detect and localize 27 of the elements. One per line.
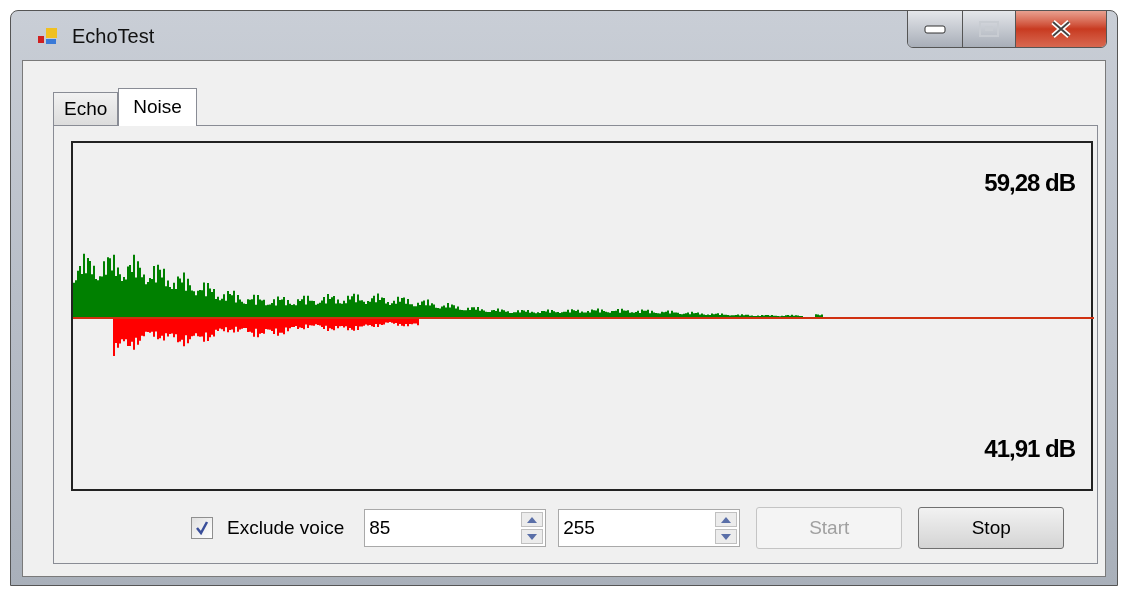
up-arrow-icon [721,516,732,523]
spin-down-button[interactable] [521,529,544,544]
spinner-value: 255 [562,515,596,540]
down-arrow-icon [721,533,732,540]
min-reading: 41,91 dB [984,434,1075,464]
minimize-button[interactable] [908,11,963,47]
close-icon [1050,20,1072,38]
maximize-icon [979,21,999,37]
checkbox-label: Exclude voice [227,515,345,540]
spin-down-button[interactable] [715,529,738,544]
number-spinner[interactable]: 255 [558,509,741,547]
spinner-value: 85 [368,515,392,540]
checkbox[interactable] [191,517,213,539]
tab[interactable]: Echo [53,92,119,125]
spin-up-button[interactable] [715,512,738,527]
spin-up-button[interactable] [521,512,544,527]
down-arrow-icon [527,533,538,540]
max-reading: 59,28 dB [984,168,1075,198]
action-button[interactable]: Stop [918,507,1065,549]
app-icon [38,25,60,46]
minimize-icon [924,24,946,34]
checkmark-icon [195,521,209,535]
tab[interactable]: Noise [118,88,197,126]
window-title: EchoTest [72,23,155,49]
up-arrow-icon [527,516,538,523]
close-button[interactable] [1016,11,1106,47]
number-spinner[interactable]: 85 [364,509,547,547]
